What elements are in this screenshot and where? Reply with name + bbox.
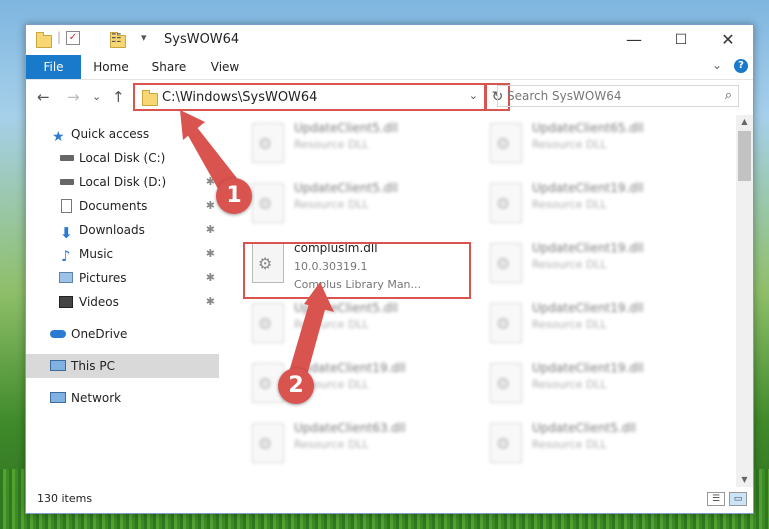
search-icon: ⌕ <box>724 88 732 103</box>
explorer-window: | ✓ ☷ ▾ SysWOW64 — ☐ ✕ File Home Share V… <box>25 24 754 514</box>
documents-icon <box>61 199 72 213</box>
address-row: ← → ⌄ ↑ C:\Windows\SysWOW64 ⌄ ↻ Search S… <box>26 80 753 114</box>
nav-item-downloads[interactable]: ⬇ Downloads ✱ <box>26 218 219 242</box>
network-icon <box>50 392 66 403</box>
dll-file-icon <box>490 363 522 403</box>
minimize-button[interactable]: — <box>611 25 657 55</box>
nav-item-local-disk-d[interactable]: Local Disk (D:) ✱ <box>26 170 219 194</box>
dll-file-icon <box>252 303 284 343</box>
folder-icon <box>142 90 158 106</box>
nav-item-this-pc[interactable]: This PC <box>26 354 219 378</box>
file-item[interactable]: UpdateClient19.dll Resource DLL <box>484 179 704 231</box>
pin-icon: ✱ <box>205 247 215 260</box>
folder-icon <box>36 32 52 48</box>
nav-item-pictures[interactable]: Pictures ✱ <box>26 266 219 290</box>
title-bar: | ✓ ☷ ▾ SysWOW64 — ☐ ✕ <box>26 25 753 55</box>
item-count: 130 items <box>37 492 93 505</box>
up-button[interactable]: ↑ <box>112 88 125 106</box>
file-item[interactable]: UpdateClient5.dll Resource DLL <box>246 299 466 351</box>
details-view-icon[interactable]: ☰ <box>707 492 725 506</box>
dll-file-icon <box>252 423 284 463</box>
callout-badge-1: 1 <box>216 178 252 214</box>
ribbon-tabs: File Home Share View ⌄ ? <box>26 55 753 80</box>
dll-file-icon <box>252 123 284 163</box>
drive-icon <box>60 155 74 161</box>
star-icon: ★ <box>52 129 65 145</box>
scrollbar-thumb[interactable] <box>738 131 751 181</box>
view-options-icon[interactable]: ☷ <box>111 31 122 47</box>
vertical-scrollbar[interactable]: ▲ ▼ <box>736 115 753 487</box>
tab-home[interactable]: Home <box>86 55 136 79</box>
help-icon[interactable]: ? <box>734 59 748 73</box>
search-placeholder: Search SysWOW64 <box>507 89 622 103</box>
file-item[interactable]: UpdateClient19.dll Resource DLL <box>484 299 704 351</box>
back-button[interactable]: ← <box>37 88 50 106</box>
pictures-icon <box>59 272 73 283</box>
music-icon: ♪ <box>61 247 71 265</box>
window-title: SysWOW64 <box>164 32 240 47</box>
navigation-pane: ★ Quick access Local Disk (C:) ✱ Local D… <box>26 115 220 487</box>
forward-button[interactable]: → <box>67 88 80 106</box>
nav-item-documents[interactable]: Documents ✱ <box>26 194 219 218</box>
dll-file-icon <box>490 123 522 163</box>
nav-item-onedrive[interactable]: OneDrive <box>26 322 219 346</box>
drive-icon <box>60 179 74 185</box>
nav-item-videos[interactable]: Videos ✱ <box>26 290 219 314</box>
onedrive-icon <box>50 330 66 338</box>
videos-icon <box>59 296 73 308</box>
dll-file-icon <box>490 303 522 343</box>
dll-file-icon <box>490 243 522 283</box>
chevron-down-icon[interactable]: ⌄ <box>469 89 478 102</box>
close-button[interactable]: ✕ <box>705 25 751 55</box>
file-item[interactable]: UpdateClient5.dll Resource DLL <box>484 419 704 471</box>
search-input[interactable]: Search SysWOW64 ⌕ <box>497 85 739 107</box>
file-item[interactable]: UpdateClient19.dll Resource DLL <box>484 359 704 411</box>
nav-item-network[interactable]: Network <box>26 386 219 410</box>
recent-locations-button[interactable]: ⌄ <box>92 90 101 103</box>
pin-icon: ✱ <box>205 223 215 236</box>
dll-file-icon <box>490 423 522 463</box>
pin-icon: ✱ <box>205 175 215 188</box>
file-list: UpdateClient5.dll Resource DLL UpdateCli… <box>236 115 736 487</box>
maximize-button[interactable]: ☐ <box>658 25 704 55</box>
address-bar[interactable]: C:\Windows\SysWOW64 ⌄ <box>133 83 486 111</box>
file-item[interactable]: UpdateClient65.dll Resource DLL <box>484 119 704 171</box>
tab-view[interactable]: View <box>200 55 250 79</box>
properties-icon[interactable]: ✓ <box>66 31 80 45</box>
downloads-icon: ⬇ <box>60 224 73 242</box>
file-item[interactable]: UpdateClient5.dll Resource DLL <box>246 119 466 171</box>
highlight-box <box>243 242 471 299</box>
dll-file-icon <box>252 183 284 223</box>
status-bar: 130 items ☰ ▭ <box>26 487 753 513</box>
tab-file[interactable]: File <box>26 55 81 79</box>
address-path: C:\Windows\SysWOW64 <box>162 90 318 105</box>
pin-icon: ✱ <box>205 271 215 284</box>
nav-item-local-disk-c[interactable]: Local Disk (C:) ✱ <box>26 146 219 170</box>
pc-icon <box>50 360 66 371</box>
file-item[interactable]: UpdateClient5.dll Resource DLL <box>246 179 466 231</box>
ribbon-expand-icon[interactable]: ⌄ <box>712 58 722 72</box>
nav-item-music[interactable]: ♪ Music ✱ <box>26 242 219 266</box>
pin-icon: ✱ <box>205 151 215 164</box>
scroll-down-icon[interactable]: ▼ <box>736 473 753 487</box>
scroll-up-icon[interactable]: ▲ <box>736 115 753 129</box>
file-item[interactable]: UpdateClient19.dll Resource DLL <box>484 239 704 291</box>
callout-badge-2: 2 <box>278 368 314 404</box>
separator: | <box>57 30 62 44</box>
customize-toolbar-icon[interactable]: ▾ <box>141 31 147 47</box>
nav-item-quick-access[interactable]: ★ Quick access <box>26 122 219 146</box>
large-icons-view-icon[interactable]: ▭ <box>729 492 747 506</box>
dll-file-icon <box>490 183 522 223</box>
pin-icon: ✱ <box>205 295 215 308</box>
tab-share[interactable]: Share <box>144 55 194 79</box>
file-item[interactable]: UpdateClient63.dll Resource DLL <box>246 419 466 471</box>
pin-icon: ✱ <box>205 199 215 212</box>
